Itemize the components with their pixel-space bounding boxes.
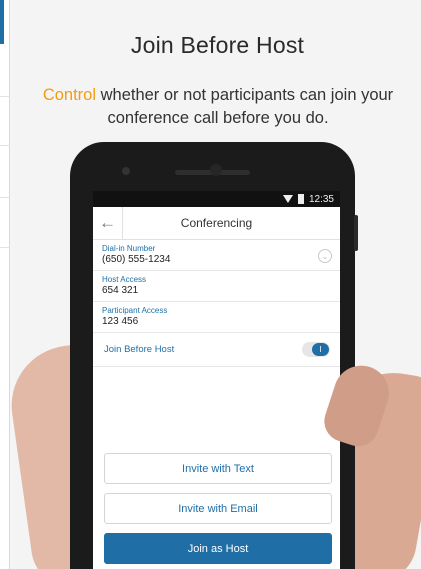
previous-slide-accent (0, 0, 4, 44)
divider (0, 96, 10, 97)
host-access-field[interactable]: Host Access 654 321 (93, 271, 340, 302)
invite-with-text-button[interactable]: Invite with Text (104, 453, 332, 484)
wifi-icon (282, 195, 293, 203)
slide-title: Join Before Host (130, 32, 305, 58)
field-value: (650) 555-1234 (102, 254, 171, 265)
screen-title: Conferencing (180, 216, 253, 230)
field-label: Dial-in Number (102, 244, 156, 253)
app-bar: ← Conferencing (93, 206, 340, 240)
invite-with-email-button[interactable]: Invite with Email (104, 493, 332, 524)
phone-side-button (354, 215, 358, 251)
phone-camera (122, 167, 130, 175)
toggle-knob: I (312, 343, 329, 356)
join-before-host-row: Join Before Host I (93, 333, 340, 367)
phone-mockup: 12:35 ← Conferencing Dial-in Number (650… (70, 142, 355, 569)
phone-screen: 12:35 ← Conferencing Dial-in Number (650… (93, 191, 340, 569)
field-value: 654 321 (102, 285, 139, 296)
field-label: Host Access (102, 275, 147, 284)
field-label: Participant Access (102, 306, 168, 315)
join-as-host-button[interactable]: Join as Host (104, 533, 332, 564)
subtitle-accent-word: Control (42, 86, 97, 104)
phone-sensor (210, 164, 222, 176)
subtitle-text: whether or not participants can join you… (96, 86, 394, 127)
participant-access-field[interactable]: Participant Access 123 456 (93, 302, 340, 333)
chevron-down-icon[interactable]: ⌄ (318, 249, 332, 263)
join-before-host-toggle[interactable]: I (302, 342, 330, 357)
battery-icon (297, 194, 304, 204)
dial-in-number-field[interactable]: Dial-in Number (650) 555-1234 ⌄ (93, 240, 340, 271)
status-time: 12:35 (308, 193, 334, 205)
divider (0, 247, 10, 248)
previous-slide-strip (0, 0, 10, 569)
toggle-label: Join Before Host (104, 344, 175, 355)
divider (0, 197, 10, 198)
status-bar: 12:35 (93, 191, 340, 207)
divider (0, 145, 10, 146)
field-value: 123 456 (102, 316, 139, 327)
slide-subtitle: Control whether or not participants can … (28, 84, 408, 130)
